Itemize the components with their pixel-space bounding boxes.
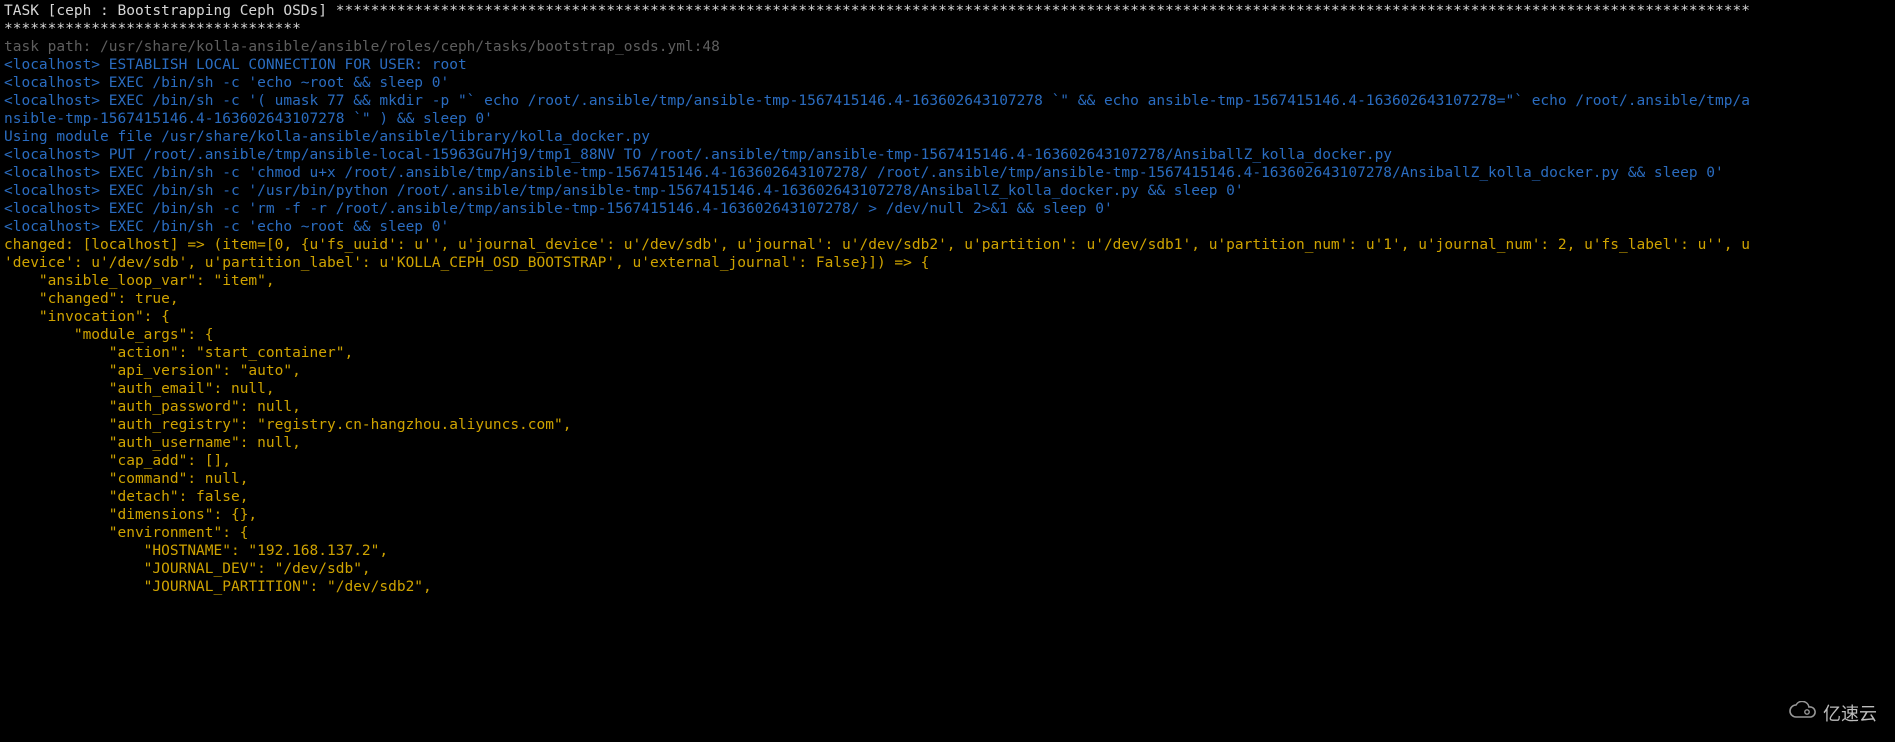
terminal-line: "ansible_loop_var": "item", [4, 272, 1891, 290]
terminal-line: <localhost> PUT /root/.ansible/tmp/ansib… [4, 146, 1891, 164]
terminal-line: "command": null, [4, 470, 1891, 488]
terminal-line: "module_args": { [4, 326, 1891, 344]
terminal-line: <localhost> EXEC /bin/sh -c '( umask 77 … [4, 92, 1891, 110]
terminal-line: <localhost> EXEC /bin/sh -c 'echo ~root … [4, 218, 1891, 236]
terminal-line: "HOSTNAME": "192.168.137.2", [4, 542, 1891, 560]
terminal-line: "auth_email": null, [4, 380, 1891, 398]
terminal-line: "api_version": "auto", [4, 362, 1891, 380]
terminal-line: 'device': u'/dev/sdb', u'partition_label… [4, 254, 1891, 272]
terminal-line: "environment": { [4, 524, 1891, 542]
terminal-output: TASK [ceph : Bootstrapping Ceph OSDs] **… [0, 0, 1895, 598]
terminal-line: task path: /usr/share/kolla-ansible/ansi… [4, 38, 1891, 56]
terminal-line: ********************************** [4, 20, 1891, 38]
terminal-line: "auth_password": null, [4, 398, 1891, 416]
terminal-line: TASK [ceph : Bootstrapping Ceph OSDs] **… [4, 2, 1891, 20]
watermark: 亿速云 [1787, 700, 1877, 726]
cloud-icon [1787, 701, 1817, 726]
terminal-line: changed: [localhost] => (item=[0, {u'fs_… [4, 236, 1891, 254]
terminal-line: Using module file /usr/share/kolla-ansib… [4, 128, 1891, 146]
terminal-line: "invocation": { [4, 308, 1891, 326]
terminal-line: "dimensions": {}, [4, 506, 1891, 524]
terminal-line: "action": "start_container", [4, 344, 1891, 362]
terminal-line: <localhost> EXEC /bin/sh -c 'chmod u+x /… [4, 164, 1891, 182]
watermark-text: 亿速云 [1823, 700, 1877, 726]
terminal-line: <localhost> EXEC /bin/sh -c '/usr/bin/py… [4, 182, 1891, 200]
terminal-line: <localhost> ESTABLISH LOCAL CONNECTION F… [4, 56, 1891, 74]
terminal-line: <localhost> EXEC /bin/sh -c 'rm -f -r /r… [4, 200, 1891, 218]
terminal-line: nsible-tmp-1567415146.4-163602643107278 … [4, 110, 1891, 128]
terminal-line: "detach": false, [4, 488, 1891, 506]
terminal-line: "JOURNAL_PARTITION": "/dev/sdb2", [4, 578, 1891, 596]
terminal-line: "auth_username": null, [4, 434, 1891, 452]
terminal-line: "changed": true, [4, 290, 1891, 308]
terminal-line: "JOURNAL_DEV": "/dev/sdb", [4, 560, 1891, 578]
terminal-line: <localhost> EXEC /bin/sh -c 'echo ~root … [4, 74, 1891, 92]
terminal-line: "cap_add": [], [4, 452, 1891, 470]
terminal-line: "auth_registry": "registry.cn-hangzhou.a… [4, 416, 1891, 434]
